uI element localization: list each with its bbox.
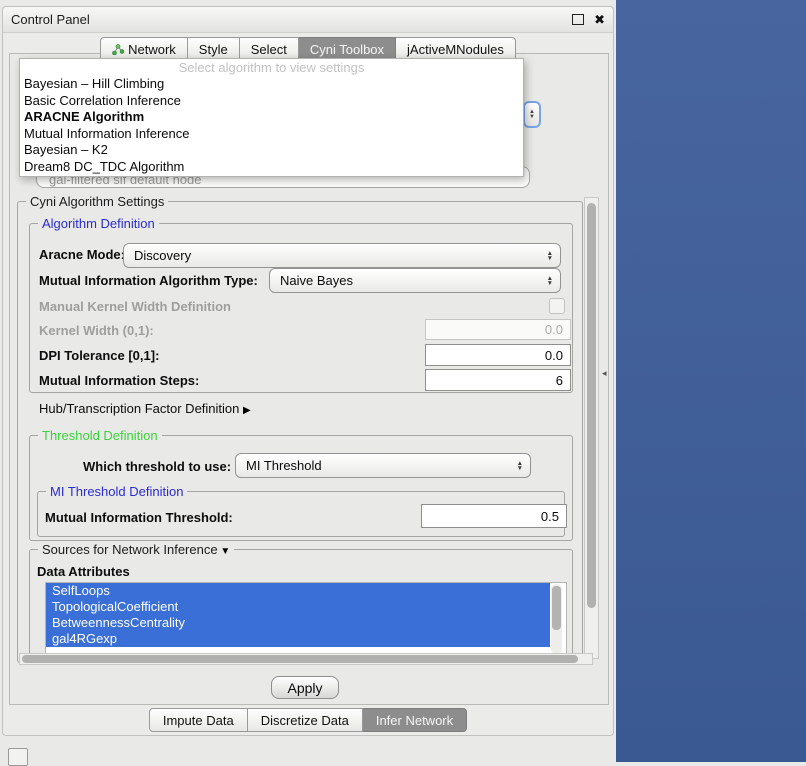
- mi-steps-label: Mutual Information Steps:: [39, 373, 199, 388]
- tab-label: Cyni Toolbox: [310, 42, 384, 57]
- apply-button[interactable]: Apply: [271, 676, 339, 699]
- group-title: Cyni Algorithm Settings: [26, 194, 168, 209]
- list-vertical-scrollbar[interactable]: [551, 584, 562, 654]
- dropdown-item-mutual-information-inference[interactable]: Mutual Information Inference: [20, 126, 523, 143]
- control-panel-titlebar: Control Panel ✖: [3, 7, 613, 33]
- close-icon[interactable]: ✖: [594, 14, 605, 26]
- list-item-gal4rgexp[interactable]: gal4RGexp: [46, 631, 550, 647]
- dpi-tolerance-value: 0.0: [545, 348, 563, 363]
- mi-type-value: Naive Bayes: [280, 273, 353, 288]
- list-item-betweennesscentrality[interactable]: BetweennessCentrality: [46, 615, 550, 631]
- dpi-tolerance-label: DPI Tolerance [0,1]:: [39, 348, 159, 363]
- list-item-topologicalcoefficient[interactable]: TopologicalCoefficient: [46, 599, 550, 615]
- mi-threshold-label: Mutual Information Threshold:: [45, 510, 233, 525]
- scrollbar-thumb[interactable]: [552, 586, 561, 630]
- sources-toggle[interactable]: Sources for Network Inference ▼: [38, 542, 234, 557]
- tab-label: Style: [199, 42, 228, 57]
- group-title: Threshold Definition: [38, 428, 162, 443]
- spinner-arrows-icon: ▲▼: [547, 276, 553, 286]
- spinner-arrows-icon: ▲▼: [517, 461, 523, 471]
- which-threshold-value: MI Threshold: [246, 458, 322, 473]
- which-threshold-label: Which threshold to use:: [83, 459, 231, 474]
- application-root: GALGAL80GAL10GAL1GAL11SWI4GAL4GCY1HAP4YH…: [0, 0, 806, 762]
- control-panel-window: Control Panel ✖ Network Style Select Cyni T…: [2, 6, 614, 736]
- mi-type-label: Mutual Information Algorithm Type:: [39, 273, 258, 288]
- kernel-width-value: 0.0: [545, 322, 563, 337]
- tab-impute-data[interactable]: Impute Data: [149, 708, 248, 732]
- mi-steps-field[interactable]: 6: [425, 369, 571, 391]
- mi-threshold-value: 0.5: [541, 509, 559, 524]
- divider-collapse-icon[interactable]: ◂: [602, 368, 607, 379]
- spinner-arrows-icon: ▲▼: [547, 251, 553, 261]
- kernel-width-label: Kernel Width (0,1):: [39, 323, 154, 338]
- aracne-mode-label: Aracne Mode:: [39, 247, 125, 262]
- collapsed-arrow-icon: ▶: [243, 405, 251, 416]
- group-title: MI Threshold Definition: [46, 484, 187, 499]
- which-threshold-combo[interactable]: MI Threshold ▲▼: [235, 453, 531, 478]
- aracne-mode-value: Discovery: [134, 248, 191, 263]
- dropdown-item-dream8-dc-tdc-algorithm[interactable]: Dream8 DC_TDC Algorithm: [20, 159, 523, 176]
- settings-horizontal-scrollbar[interactable]: [19, 653, 593, 665]
- kernel-width-field[interactable]: 0.0: [425, 319, 571, 340]
- dropdown-item-basic-correlation-inference[interactable]: Basic Correlation Inference: [20, 93, 523, 110]
- scrollbar-thumb[interactable]: [587, 203, 596, 608]
- network-icon: [112, 43, 124, 55]
- mi-threshold-field[interactable]: 0.5: [421, 504, 567, 528]
- aracne-mode-combo[interactable]: Discovery ▲▼: [123, 243, 561, 268]
- data-attributes-label: Data Attributes: [37, 564, 130, 579]
- control-panel-title: Control Panel: [11, 12, 90, 27]
- tab-infer-network[interactable]: Infer Network: [363, 708, 467, 732]
- float-window-icon[interactable]: [572, 14, 584, 25]
- hub-section-toggle[interactable]: Hub/Transcription Factor Definition ▶: [39, 401, 251, 416]
- focused-combo-spinner[interactable]: ▲▼: [523, 101, 541, 128]
- expanded-arrow-icon: ▼: [218, 546, 231, 557]
- list-item-selfloops[interactable]: SelfLoops: [46, 583, 550, 599]
- mi-algorithm-type-combo[interactable]: Naive Bayes ▲▼: [269, 268, 561, 293]
- data-attributes-list[interactable]: SelfLoopsTopologicalCoefficientBetweenne…: [45, 582, 567, 657]
- sources-title: Sources for Network Inference: [42, 542, 218, 557]
- mi-steps-value: 6: [556, 373, 563, 388]
- scrollbar-thumb[interactable]: [22, 655, 578, 663]
- manual-kernel-checkbox[interactable]: [549, 298, 565, 314]
- algorithm-dropdown-popup: Select algorithm to view settings Bayesi…: [19, 58, 524, 177]
- dropdown-placeholder: Select algorithm to view settings: [20, 59, 523, 76]
- dropdown-item-bayesian-k2[interactable]: Bayesian – K2: [20, 142, 523, 159]
- tab-label: Select: [251, 42, 287, 57]
- dropdown-item-bayesian-hill-climbing[interactable]: Bayesian – Hill Climbing: [20, 76, 523, 93]
- tab-label: Network: [128, 42, 176, 57]
- desktop-background: GALGAL80GAL10GAL1GAL11SWI4GAL4GCY1HAP4YH…: [616, 0, 806, 762]
- tab-label: jActiveMNodules: [407, 42, 504, 57]
- collapsed-panel-icon[interactable]: [8, 748, 28, 766]
- hub-section-label: Hub/Transcription Factor Definition: [39, 401, 239, 416]
- tab-discretize-data[interactable]: Discretize Data: [248, 708, 363, 732]
- control-panel-bottom-tabbar: Impute DataDiscretize DataInfer Network: [3, 708, 613, 732]
- manual-kernel-label: Manual Kernel Width Definition: [39, 299, 231, 314]
- settings-vertical-scrollbar[interactable]: [584, 197, 599, 659]
- dropdown-item-aracne-algorithm[interactable]: ARACNE Algorithm: [20, 109, 523, 126]
- dpi-tolerance-field[interactable]: 0.0: [425, 344, 571, 366]
- group-title: Algorithm Definition: [38, 216, 159, 231]
